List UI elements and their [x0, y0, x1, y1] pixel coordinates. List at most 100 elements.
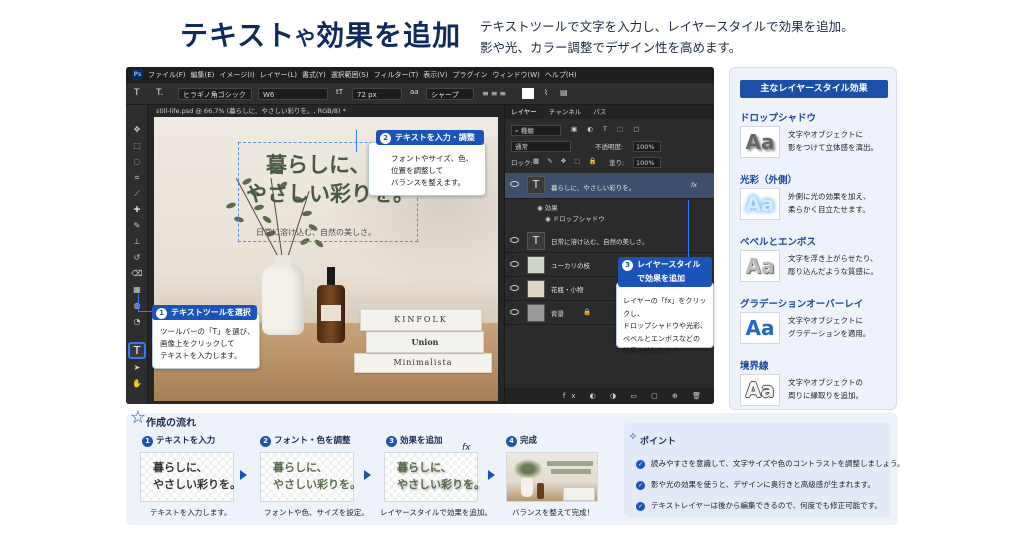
marquee-tool-icon[interactable]: ⬚ [131, 141, 143, 151]
font-size-select[interactable]: 72 px [352, 88, 402, 100]
fx-icon[interactable]: fx [691, 181, 697, 189]
crop-tool-icon[interactable]: ⌗ [131, 173, 143, 183]
tab-layers[interactable]: レイヤー [511, 108, 537, 116]
visibility-eye-icon[interactable] [510, 261, 519, 267]
move-tool-icon[interactable]: ✥ [131, 125, 143, 135]
bottle-label [321, 305, 341, 321]
callout-text: ドロップシャドウや光彩、 [623, 322, 707, 330]
canvas-subline[interactable]: 日常に溶け込む、自然の美しさ。 [256, 227, 376, 238]
filter-icons[interactable]: ▣ ◐ T ⬚ ▢ [571, 125, 643, 133]
dodge-tool-icon[interactable]: ◔ [131, 317, 143, 327]
mini-headline [547, 461, 593, 466]
callout-layer-style: レイヤーの「fx」をクリックし、 ドロップシャドウや光彩、 ベベルとエンボスなど… [616, 282, 714, 355]
tab-channels[interactable]: チャンネル [549, 108, 581, 116]
font-family-select[interactable]: ヒラギノ角ゴシック [178, 88, 252, 100]
heal-tool-icon[interactable]: ✚ [131, 205, 143, 215]
callout-text: フォントやサイズ、色、 [391, 154, 474, 163]
visibility-eye-icon[interactable] [510, 181, 519, 187]
stamp-tool-icon[interactable]: ⊥ [131, 237, 143, 247]
hand-tool-icon[interactable]: ✋ [131, 379, 143, 389]
menu-type[interactable]: 書式(Y) [302, 67, 326, 83]
orientation-icon[interactable]: T. [156, 88, 163, 98]
callout-text: 位置を調整して [391, 166, 444, 175]
lock-icons[interactable]: ▦ ✎ ✥ ⬚ 🔒 [533, 157, 600, 165]
font-weight-select[interactable]: W6 [258, 88, 328, 100]
check-icon: ✓ [636, 460, 645, 469]
text-color-swatch[interactable] [522, 88, 534, 99]
align-icons[interactable]: ≡≡≡ [482, 89, 508, 98]
step-2-caption: フォントや色、サイズを設定。 [264, 508, 369, 517]
effect-drop-shadow[interactable]: ◉ ドロップシャドウ [545, 213, 695, 223]
step-3-title: 3 効果を追加 [386, 434, 443, 447]
layer-subline[interactable]: T 日常に溶け込む、自然の美しさ。 [505, 229, 714, 253]
menu-view[interactable]: 表示(V) [423, 67, 447, 83]
step-number: 3 [622, 260, 633, 271]
antialias-select[interactable]: シャープ [426, 88, 474, 100]
layer-thumb [527, 304, 545, 322]
fill-label: 塗り: [609, 159, 625, 167]
title-mid: や [295, 26, 317, 50]
visibility-eye-icon[interactable] [510, 309, 519, 315]
step-arrow-icon [240, 470, 247, 480]
title-main: テキスト [180, 19, 296, 52]
effect-item-label: ドロップシャドウ [552, 215, 605, 223]
effect-name: ベベルとエンボス [740, 237, 817, 248]
blend-mode-select[interactable]: 通常 [511, 141, 571, 152]
path-select-icon[interactable]: ➤ [131, 363, 143, 373]
visibility-eye-icon[interactable] [510, 237, 519, 243]
eraser-tool-icon[interactable]: ⌫ [131, 269, 143, 279]
effect-name: 境界線 [740, 361, 769, 372]
menu-image[interactable]: イメージ(I) [219, 67, 254, 83]
step-3-preview: 暮らしに、 やさしい彩りを。 [384, 452, 485, 502]
panels-icon[interactable]: ▤ [560, 88, 568, 97]
visibility-eye-icon[interactable] [510, 285, 519, 291]
menu-edit[interactable]: 編集(E) [191, 67, 215, 83]
panel-bottom-bar[interactable]: fx ◐ ◑ ▭ ▢ ⊕ 🗑 [505, 388, 714, 404]
warp-icon[interactable]: ⌇ [544, 88, 548, 97]
amber-bottle [317, 267, 345, 343]
callout-badge-2: 2 テキストを入力・調整 [376, 130, 484, 145]
book-union: Union [366, 331, 484, 353]
menu-layer[interactable]: レイヤー(L) [260, 67, 297, 83]
drop-shadow-sample: Aa [740, 126, 780, 158]
effect-desc: 外側に光の効果を加え、 柔らかく目立たせます。 [788, 192, 871, 214]
point-item: ✓ 読みやすさを意識して、文字サイズや色のコントラストを調整しましょう。 [636, 459, 905, 469]
effect-name: ドロップシャドウ [740, 113, 817, 124]
layer-name: 日常に溶け込む、自然の美しさ。 [551, 238, 649, 246]
lasso-tool-icon[interactable]: ◌ [131, 157, 143, 167]
effects-label: 効果 [544, 204, 558, 212]
menu-plugins[interactable]: プラグイン [452, 67, 487, 83]
menu-select[interactable]: 選択範囲(S) [331, 67, 369, 83]
step-1-preview: 暮らしに、 やさしい彩りを。 [140, 452, 241, 502]
root: テキストや効果を追加 テキストツールで文字を入力し、レイヤースタイルで効果を追加… [0, 0, 1024, 536]
effects-group[interactable]: ◉ 効果 [537, 202, 687, 212]
fill-field[interactable]: 100% [633, 157, 661, 168]
step-number: 1 [156, 308, 167, 319]
menu-window[interactable]: ウィンドウ(W) [492, 67, 539, 83]
type-tool-icon[interactable]: T [128, 342, 146, 359]
text-layer-thumb-icon: T [527, 176, 545, 194]
subtitle-line: テキストツールで文字を入力し、レイヤースタイルで効果を追加。 [480, 19, 854, 34]
blur-tool-icon[interactable]: ◍ [131, 301, 143, 311]
kind-filter-select[interactable]: ⌕ 種類 [511, 125, 561, 136]
brush-tool-icon[interactable]: ✎ [131, 221, 143, 231]
callout-select-tool: ツールバーの「T」を選び、 画像上をクリックして テキストを入力します。 [152, 313, 260, 369]
effects-card: 主なレイヤースタイル効果 ドロップシャドウ Aa 文字やオブジェクトに 影をつけて… [729, 67, 897, 410]
type-tool-icon[interactable]: T [134, 88, 140, 98]
font-size-icon: tT [336, 88, 344, 96]
callout-text: ベベルとエンボスなどの [623, 334, 700, 343]
menu-help[interactable]: ヘルプ(H) [545, 67, 577, 83]
gradient-tool-icon[interactable]: ▦ [131, 285, 143, 295]
menu-filter[interactable]: フィルター(T) [374, 67, 419, 83]
layer-headline[interactable]: T 暮らしに、やさしい彩りを。 fx [505, 173, 714, 199]
eyedropper-tool-icon[interactable]: ⟋ [131, 189, 143, 199]
step-2-title: 2 フォント・色を調整 [260, 434, 351, 447]
effect-desc: 文字を浮き上がらせたり、 彫り込んだような質感に。 [788, 254, 878, 276]
layers-panel: レイヤー チャンネル パス ⌕ 種類 ▣ ◐ T ⬚ ▢ 通常 不透明度: 10… [504, 105, 714, 404]
menu-file[interactable]: ファイル(F) [148, 67, 186, 83]
callout-badge-3: 3 レイヤースタイル で効果を追加 [618, 257, 712, 287]
opacity-field[interactable]: 100% [633, 141, 661, 152]
history-brush-icon[interactable]: ↺ [131, 253, 143, 263]
document-tab[interactable]: still-life.psd @ 66.7% (暮らしに、やさしい彩りを。, R… [148, 105, 504, 117]
tab-paths[interactable]: パス [593, 108, 606, 116]
